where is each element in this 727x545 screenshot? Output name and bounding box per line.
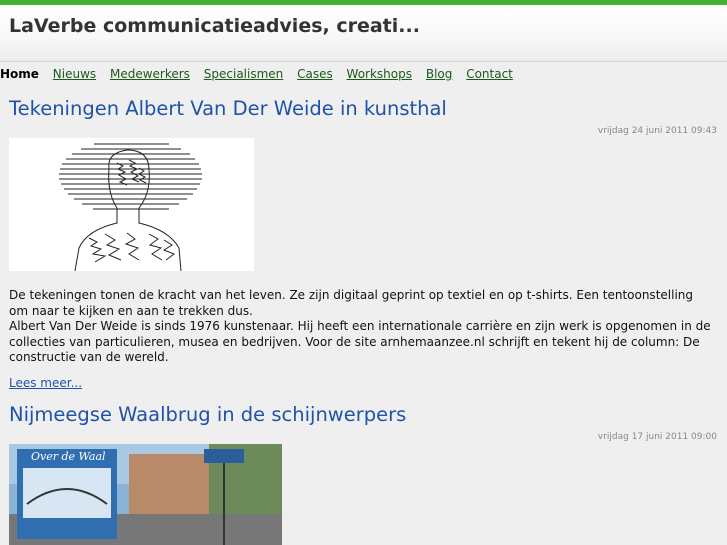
nav-item-workshops[interactable]: Workshops (347, 67, 412, 81)
nav-item-cases[interactable]: Cases (297, 67, 333, 81)
site-header: LaVerbe communicatieadvies, creati... (0, 5, 727, 62)
article-paragraph: Albert Van Der Weide is sinds 1976 kunst… (9, 319, 711, 364)
site-title[interactable]: LaVerbe communicatieadvies, creati... (9, 15, 420, 37)
article-body: De tekeningen tonen de kracht van het le… (9, 288, 714, 366)
article-paragraph: De tekeningen tonen de kracht van het le… (9, 288, 693, 318)
nav-item-medewerkers[interactable]: Medewerkers (110, 67, 190, 81)
nav-item-contact[interactable]: Contact (466, 67, 513, 81)
article-image-waalbrug[interactable]: Over de Waal (9, 444, 282, 545)
article-image-drawing[interactable] (9, 138, 254, 272)
sign-text: Over de Waal (31, 450, 106, 463)
article-title[interactable]: Tekeningen Albert Van Der Weide in kunst… (9, 97, 447, 120)
nav-item-home[interactable]: Home (0, 67, 39, 81)
article-title[interactable]: Nijmeegse Waalbrug in de schijnwerpers (9, 403, 406, 426)
main-nav: Home Nieuws Medewerkers Specialismen Cas… (0, 67, 523, 81)
article-date: vrijdag 17 juni 2011 09:00 (597, 432, 717, 442)
nav-item-specialismen[interactable]: Specialismen (204, 67, 284, 81)
nav-item-blog[interactable]: Blog (426, 67, 453, 81)
line-drawing-figure-icon (59, 143, 202, 272)
article-date: vrijdag 24 juni 2011 09:43 (597, 126, 717, 136)
read-more-link[interactable]: Lees meer... (9, 376, 82, 390)
nav-item-nieuws[interactable]: Nieuws (53, 67, 96, 81)
